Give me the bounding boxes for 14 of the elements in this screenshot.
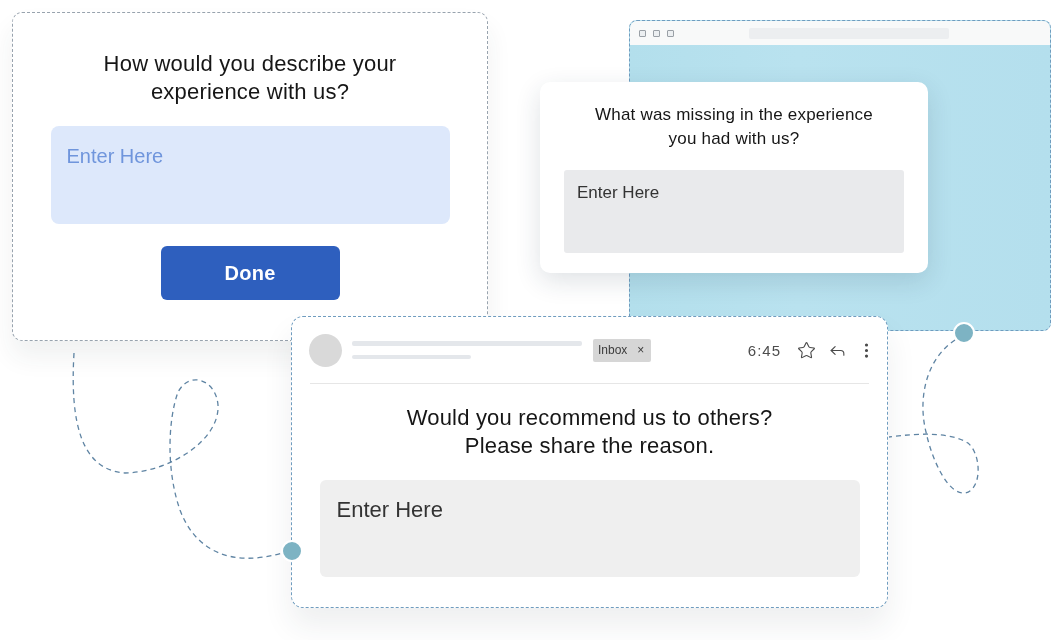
answer-field[interactable]: Enter Here bbox=[319, 480, 860, 577]
avatar-icon bbox=[309, 333, 342, 367]
question-text: What was missing in the experience you had with us? bbox=[594, 104, 874, 150]
answer-field[interactable]: Enter Here bbox=[50, 126, 450, 224]
question-text: How would you describe your experience with us? bbox=[102, 50, 398, 106]
label-text: Inbox bbox=[598, 343, 628, 357]
question-text: Please share the reason. bbox=[464, 432, 715, 460]
connector-node-icon bbox=[953, 322, 975, 344]
done-button[interactable]: Done bbox=[160, 246, 340, 300]
question-text: Would you recommend us to others? bbox=[406, 404, 773, 432]
star-icon[interactable] bbox=[797, 340, 816, 360]
answer-field[interactable]: Enter Here bbox=[564, 170, 904, 253]
email-time: 6:45 bbox=[747, 341, 781, 359]
remove-label[interactable]: × bbox=[637, 343, 645, 357]
